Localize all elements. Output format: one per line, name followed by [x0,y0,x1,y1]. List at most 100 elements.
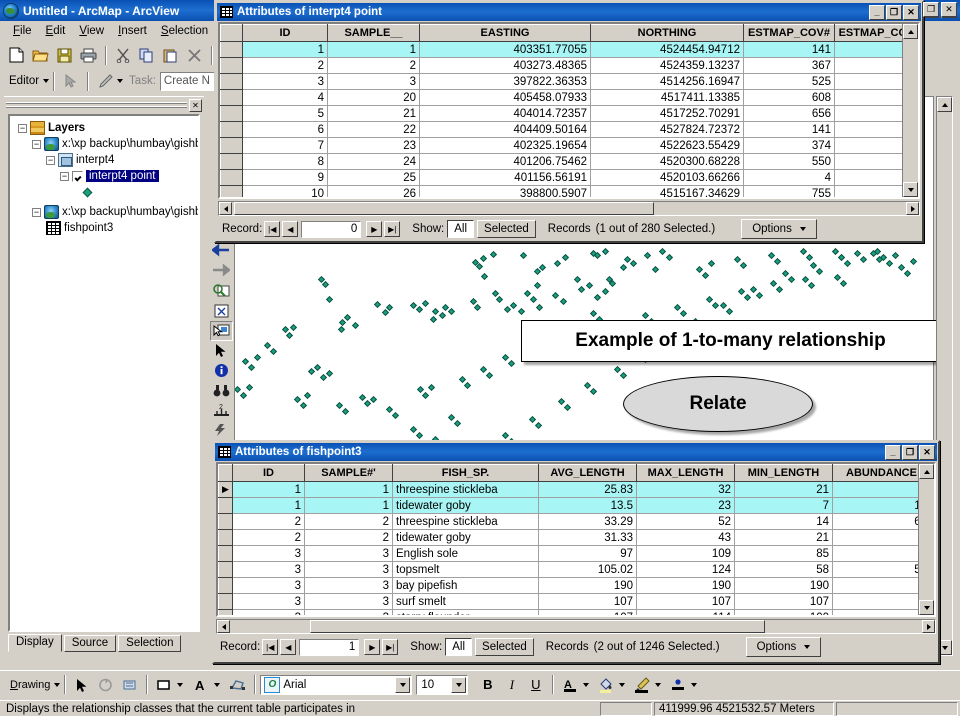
table-row[interactable]: 824401206.754624520300.68228550472 [220,153,918,170]
drawing-menu-button[interactable]: Drawing [6,679,61,691]
table-cell[interactable]: 9 [242,169,328,186]
previous-extent-icon[interactable] [210,241,233,261]
underline-button[interactable]: U [524,674,547,696]
map-point-feature[interactable] [343,313,352,322]
table-cell[interactable]: 3 [304,593,393,610]
table-cell[interactable]: 10 [242,185,328,197]
map-point-feature[interactable] [253,353,262,362]
rotate-icon[interactable] [94,674,117,696]
table-cell[interactable]: 2 [242,57,328,74]
table-cell[interactable]: 3 [242,73,328,90]
column-header-easting[interactable]: EASTING [419,24,591,42]
table-cell[interactable]: 401206.75462 [419,153,591,170]
table-cell[interactable]: 525 [743,73,835,90]
map-point-feature[interactable] [475,262,484,271]
draw-rectangle-icon[interactable] [152,674,175,696]
menu-view[interactable]: View [72,23,111,39]
table-cell[interactable]: 22 [327,121,420,138]
map-point-feature[interactable] [651,265,660,274]
grid-body[interactable]: ▶11threespine stickleba25.8332216threesp… [218,481,934,615]
map-point-feature[interactable] [643,251,652,260]
table-cell[interactable]: 69 [832,513,931,530]
map-point-feature[interactable] [589,309,598,318]
map-point-feature[interactable] [337,325,346,334]
table-cell[interactable]: 52 [636,513,735,530]
font-color-icon[interactable]: A [558,674,581,696]
scroll-up-button[interactable] [903,24,918,39]
row-selector[interactable] [218,593,233,610]
print-icon[interactable] [77,44,100,66]
row-selector[interactable] [220,121,243,138]
map-point-feature[interactable] [833,273,842,282]
table-cell[interactable]: 24 [327,153,420,170]
map-point-feature[interactable] [755,291,764,300]
toc-node-layers[interactable]: − Layers [12,120,196,136]
table-cell[interactable]: 6 [832,529,931,546]
map-point-feature[interactable] [409,425,418,434]
map-point-feature[interactable] [773,257,782,266]
show-all-button[interactable]: All [447,220,475,238]
map-point-feature[interactable] [781,269,790,278]
table-cell[interactable]: 405458.07933 [419,89,591,106]
table-cell[interactable]: 21 [734,481,833,498]
table-cell[interactable]: 141 [743,41,835,58]
map-point-feature[interactable] [843,259,852,268]
table-cell[interactable]: 4527824.72372 [590,121,744,138]
tab-display[interactable]: Display [8,634,62,652]
table-cell[interactable]: starry flounder [392,609,539,615]
toc-node-geodatabase-2[interactable]: − x:\xp backup\humbay\gishba [12,204,198,220]
map-point-feature[interactable] [705,295,714,304]
map-point-feature[interactable] [415,305,424,314]
row-selector[interactable] [220,89,243,106]
map-point-feature[interactable] [608,279,617,288]
column-header-id[interactable]: ID [242,24,328,42]
map-point-feature[interactable] [885,259,894,268]
map-point-feature[interactable] [799,247,808,256]
map-point-feature[interactable] [421,299,430,308]
map-point-feature[interactable] [533,281,542,290]
table-cell[interactable]: 398800.5907 [419,185,591,197]
options-button[interactable]: Options [745,637,822,657]
map-point-feature[interactable] [559,297,568,306]
table-cell[interactable]: 25.83 [538,481,637,498]
map-point-feature[interactable] [787,275,796,284]
table-row[interactable]: 33topsmelt105.021245850topsmelt [218,561,934,578]
map-point-feature[interactable] [303,391,312,400]
expander-minus-icon[interactable]: − [18,123,27,133]
select-elements-arrow-icon[interactable] [210,341,233,361]
minimize-button[interactable]: _ [885,444,901,460]
row-selector[interactable] [218,513,233,530]
cut-scissors-icon[interactable] [111,44,134,66]
expander-minus-icon[interactable]: − [60,171,69,181]
table-cell[interactable]: 58 [734,561,833,578]
map-point-feature[interactable] [593,293,602,302]
table-cell[interactable]: threespine stickleba [392,481,539,498]
map-point-feature[interactable] [523,289,532,298]
map-point-feature[interactable] [837,253,846,262]
map-point-feature[interactable] [299,401,308,410]
table-cell[interactable]: surf smelt [392,593,539,610]
table-row[interactable]: 22403273.483654524359.13237367380 [220,57,918,74]
fill-color-chevron-down-icon[interactable] [619,682,626,687]
menu-edit[interactable]: Edit [39,23,73,39]
map-point-feature[interactable] [351,321,360,330]
scroll-left-button[interactable] [219,202,232,215]
table-cell[interactable]: 6 [242,121,328,138]
grid-body[interactable]: 11403351.770554524454.947121411234224032… [220,41,918,197]
table-cell[interactable]: 755 [743,185,835,197]
map-point-feature[interactable] [733,255,742,264]
map-point-feature[interactable] [473,303,482,312]
table-cell[interactable]: 608 [743,89,835,106]
map-point-feature[interactable] [557,397,566,406]
table-cell[interactable]: 6 [832,481,931,498]
table-row[interactable]: 33397822.363534514256.169475251277 [220,73,918,90]
map-point-feature[interactable] [431,307,440,316]
previous-record-button[interactable]: ◀ [280,639,297,655]
table-cell[interactable]: 124 [636,561,735,578]
font-color-chevron-down-icon[interactable] [583,682,590,687]
column-header-sample[interactable]: SAMPLE__ [327,24,420,42]
table-cell[interactable]: 21 [327,105,420,122]
toc-node-interpt4[interactable]: − interpt4 [12,152,196,168]
map-point-feature[interactable] [801,275,810,284]
scroll-right-button[interactable] [922,620,935,633]
